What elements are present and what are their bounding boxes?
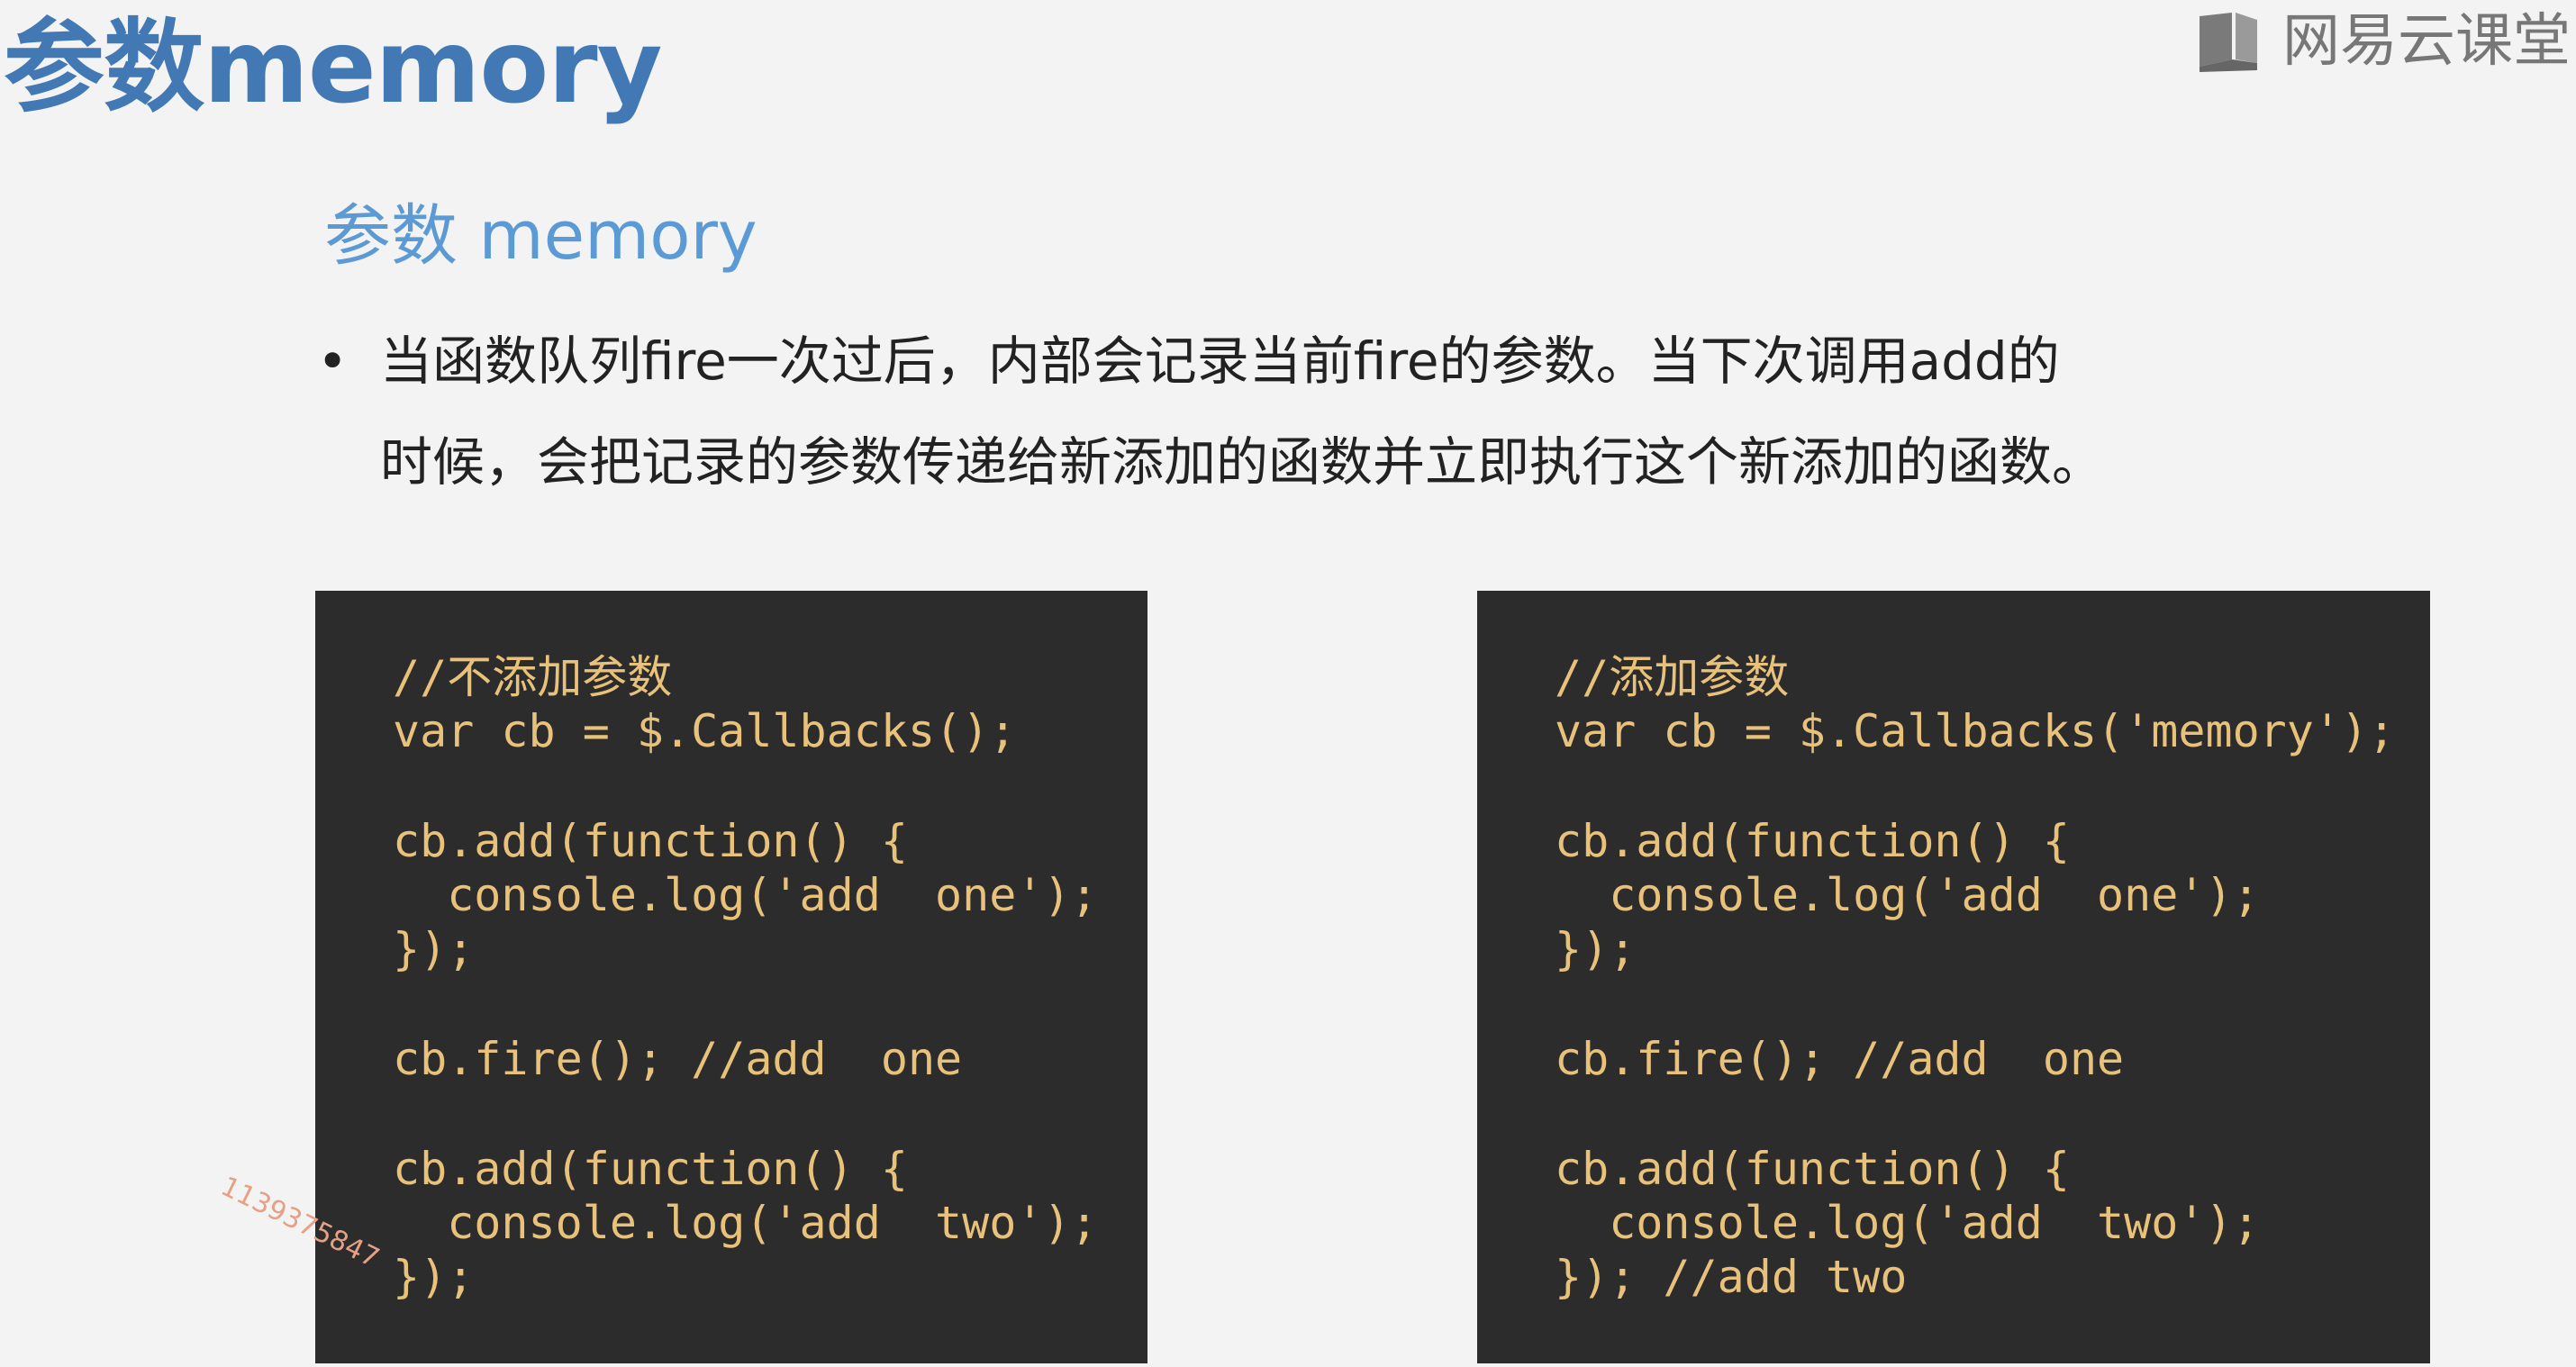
code-line: }); [393,923,475,975]
code-line: console.log('add two'); [1555,1197,2260,1249]
code-line: cb.fire(); //add one [1555,1033,2125,1085]
bullet-text-line: 时候，会把记录的参数传递给新添加的函数并立即执行这个新添加的函数。 [380,431,2105,493]
bullet-marker: • [317,330,349,392]
bullet-item: • 当函数队列fire一次过后，内部会记录当前fire的参数。当下次调用add的… [317,311,2353,512]
page-title: 参数memory [4,9,663,126]
code-line: var cb = $.Callbacks('memory'); [1555,705,2396,757]
code-panel-with-memory: //添加参数 var cb = $.Callbacks('memory'); c… [1477,591,2430,1363]
code-line: //不添加参数 [393,651,673,703]
code-panel-without-memory: //不添加参数 var cb = $.Callbacks(); cb.add(f… [315,591,1147,1363]
code-line: cb.add(function() { [393,815,908,867]
code-line: //添加参数 [1555,651,1790,703]
bullet-text-line: 当函数队列fire一次过后，内部会记录当前fire的参数。当下次调用add的 [380,330,2060,392]
code-line: cb.add(function() { [393,1143,908,1195]
code-line: }); [393,1251,475,1303]
code-line: console.log('add two'); [393,1197,1098,1249]
code-line: cb.add(function() { [1555,1143,2070,1195]
logo-text: 网易云课堂 [2282,8,2571,75]
code-line: }); [1555,923,1637,975]
section-title: 参数 memory [324,197,757,275]
code-line: cb.fire(); //add one [393,1033,963,1085]
code-line: }); //add two [1555,1251,1908,1303]
code-line: console.log('add one'); [393,869,1098,921]
bullet-text: 当函数队列fire一次过后，内部会记录当前fire的参数。当下次调用add的 时… [380,311,2104,512]
code-line: console.log('add one'); [1555,869,2260,921]
logo: 网易云课堂 [2192,9,2571,74]
code-line: cb.add(function() { [1555,815,2070,867]
code-line: var cb = $.Callbacks(); [393,705,1017,757]
book-icon [2200,13,2257,72]
